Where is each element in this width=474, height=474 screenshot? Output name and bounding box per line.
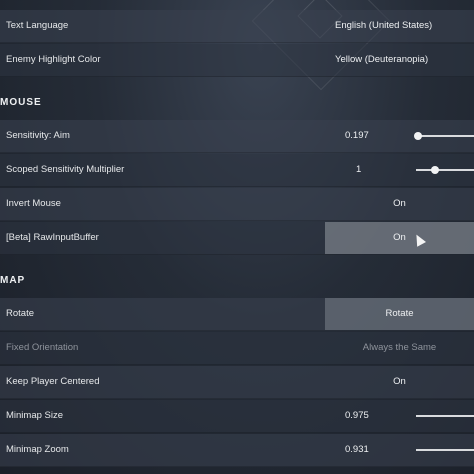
sensitivity-aim-slider-track[interactable]: [416, 135, 474, 137]
minimap-size-value[interactable]: 0.975: [345, 400, 369, 432]
setting-row-enemy-highlight[interactable]: Enemy Highlight Color Yellow (Deuteranop…: [0, 44, 474, 77]
raw-input-buffer-toggle[interactable]: On: [325, 222, 474, 254]
setting-label: Invert Mouse: [6, 198, 61, 209]
minimap-size-slider-track[interactable]: [416, 415, 474, 417]
setting-row-raw-input-buffer[interactable]: [Beta] RawInputBuffer On: [0, 222, 474, 255]
setting-row-minimap-size[interactable]: Minimap Size 0.975: [0, 400, 474, 433]
text-language-dropdown[interactable]: English (United States): [325, 10, 474, 42]
setting-label: Minimap Size: [6, 410, 64, 421]
setting-row-minimap-zoom[interactable]: Minimap Zoom 0.931: [0, 434, 474, 467]
setting-label: Keep Player Centered: [6, 376, 100, 387]
setting-label: Sensitivity: Aim: [6, 130, 70, 141]
setting-row-rotate[interactable]: Rotate Rotate: [0, 298, 474, 331]
fixed-orientation-value: Always the Same: [362, 342, 437, 353]
keep-centered-toggle[interactable]: On: [325, 366, 474, 398]
setting-label: Enemy Highlight Color: [6, 54, 101, 65]
enemy-highlight-dropdown[interactable]: Yellow (Deuteranopia): [325, 44, 474, 76]
setting-row-scoped-multiplier[interactable]: Scoped Sensitivity Multiplier 1: [0, 154, 474, 187]
setting-row-text-language[interactable]: Text Language English (United States): [0, 10, 474, 43]
section-title-map: MAP: [0, 275, 26, 286]
setting-label: Scoped Sensitivity Multiplier: [6, 164, 125, 175]
setting-row-invert-mouse[interactable]: Invert Mouse On: [0, 188, 474, 221]
minimap-zoom-value[interactable]: 0.931: [345, 434, 369, 466]
setting-row-sensitivity-aim[interactable]: Sensitivity: Aim 0.197: [0, 120, 474, 153]
minimap-zoom-slider-track[interactable]: [416, 449, 474, 451]
setting-label: Text Language: [6, 20, 69, 31]
setting-label: Rotate: [6, 308, 34, 319]
section-title-mouse: MOUSE: [0, 97, 42, 108]
setting-label: Minimap Zoom: [6, 444, 69, 455]
setting-row-keep-centered[interactable]: Keep Player Centered On: [0, 366, 474, 399]
sensitivity-aim-value[interactable]: 0.197: [345, 120, 369, 152]
setting-row-fixed-orientation: Fixed Orientation Always the Same: [0, 332, 474, 365]
scoped-multiplier-value[interactable]: 1: [356, 154, 361, 186]
rotate-toggle[interactable]: Rotate: [325, 298, 474, 330]
setting-label: [Beta] RawInputBuffer: [6, 232, 99, 243]
sensitivity-aim-slider-thumb[interactable]: [414, 132, 422, 140]
scoped-multiplier-slider-track[interactable]: [416, 169, 474, 171]
setting-label: Fixed Orientation: [6, 342, 79, 353]
invert-mouse-toggle[interactable]: On: [325, 188, 474, 220]
scoped-multiplier-slider-thumb[interactable]: [431, 166, 439, 174]
